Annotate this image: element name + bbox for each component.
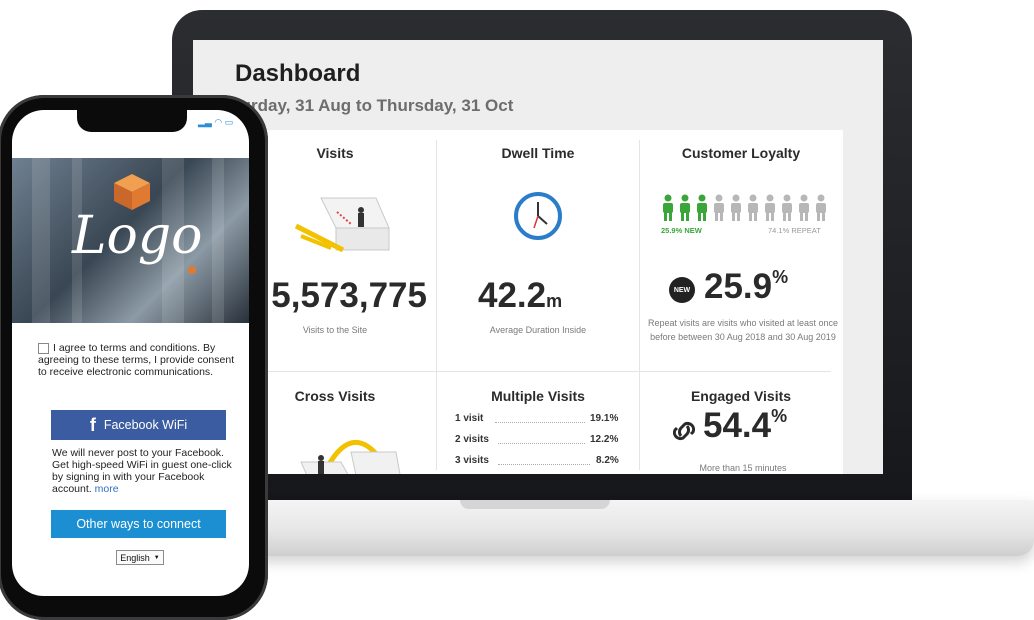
link-icon [672,421,696,441]
person-repeat-icon [765,194,775,221]
terms-text: I agree to terms and conditions. By agre… [38,342,235,378]
more-link[interactable]: more [95,483,119,495]
loyalty-new-label: 25.9% NEW [661,226,702,235]
row-dots [498,456,590,465]
person-new-icon [680,194,690,221]
multiple-visits-row: 1 visit [455,413,483,424]
logo-dot [188,266,196,274]
engaged-value: 54.4% [703,406,787,446]
engaged-unit: % [771,406,788,426]
loyalty-number: 25.9 [704,267,773,306]
multiple-visits-row: 2 visits [455,434,489,445]
chevron-down-icon: ▼ [153,554,160,561]
loyalty-people-icons [661,194,831,224]
laptop-base [230,500,1034,556]
person-new-icon [663,194,673,221]
engaged-caption: More than 15 minutes [699,463,787,473]
language-label: English [120,552,150,563]
person-repeat-icon [816,194,826,221]
facebook-icon: f [89,414,96,435]
person-repeat-icon [799,194,809,221]
row-dots [495,414,585,423]
row-label: 1 visit [455,413,484,424]
building-stripe [32,158,50,323]
visits-value: 5,573,775 [271,276,427,315]
laptop-hinge-notch [460,500,610,509]
dwell-caption: Average Duration Inside [489,325,587,335]
language-select[interactable]: English ▼ [116,550,164,565]
facebook-wifi-button[interactable]: f Facebook WiFi [51,410,226,440]
multiple-visits-title: Multiple Visits [491,388,585,404]
other-ways-button[interactable]: Other ways to connect [51,510,226,538]
loyalty-caption: Repeat visits are visits who visited at … [647,318,839,342]
dwell-unit: m [546,291,563,311]
facebook-notice: We will never post to your Facebook. Get… [52,447,232,495]
cross-visits-illustration-icon [300,439,401,474]
facebook-notice-text: We will never post to your Facebook. Get… [52,447,232,495]
hero-image: Logo [12,158,249,323]
date-range: turday, 31 Aug to Thursday, 31 Oct [235,96,514,115]
row-label: 3 visits [455,455,489,466]
facebook-button-label: Facebook WiFi [103,418,188,432]
new-badge-icon: NEW [669,277,695,303]
visits-illustration-icon [294,197,390,253]
other-ways-label: Other ways to connect [76,517,201,531]
loyalty-repeat-label: 74.1% REPEAT [768,226,821,235]
row-value: 12.2% [590,434,619,445]
dwell-title: Dwell Time [501,145,575,161]
building-stripe [212,158,224,323]
page-title: Dashboard [235,60,361,87]
multiple-visits-row: 3 visits [455,455,489,466]
clock-icon [514,192,562,240]
dwell-value: 42.2m [478,276,562,316]
engaged-number: 54.4 [703,406,772,445]
row-label: 2 visits [455,434,489,445]
row-value: 8.2% [596,455,619,466]
person-repeat-icon [782,194,792,221]
status-bar-icons: ▂▃ ◠ ▭ [198,117,234,127]
grid-divider [245,371,831,372]
grid-divider [436,140,437,470]
terms-block: I agree to terms and conditions. By agre… [38,342,238,378]
row-dots [498,435,585,444]
loyalty-title: Customer Loyalty [681,145,801,161]
laptop-screen: Dashboard turday, 31 Aug to Thursday, 31… [193,40,883,474]
terms-checkbox[interactable] [38,342,49,354]
person-repeat-icon [714,194,724,221]
person-repeat-icon [748,194,758,221]
stats-grid: Visits 5,573,775 Visits to the Site Dwel… [233,130,843,474]
grid-divider [639,140,640,470]
phone-screen: Logo I agree to terms and conditions. By… [12,110,249,596]
person-repeat-icon [731,194,741,221]
phone-notch [77,110,187,132]
dwell-number: 42.2 [478,276,547,315]
row-value: 19.1% [590,413,619,424]
loyalty-unit: % [772,267,789,287]
logo-text: Logo [72,206,203,266]
loyalty-value: 25.9% [704,267,788,307]
engaged-visits-title: Engaged Visits [690,388,792,404]
person-new-icon [697,194,707,221]
